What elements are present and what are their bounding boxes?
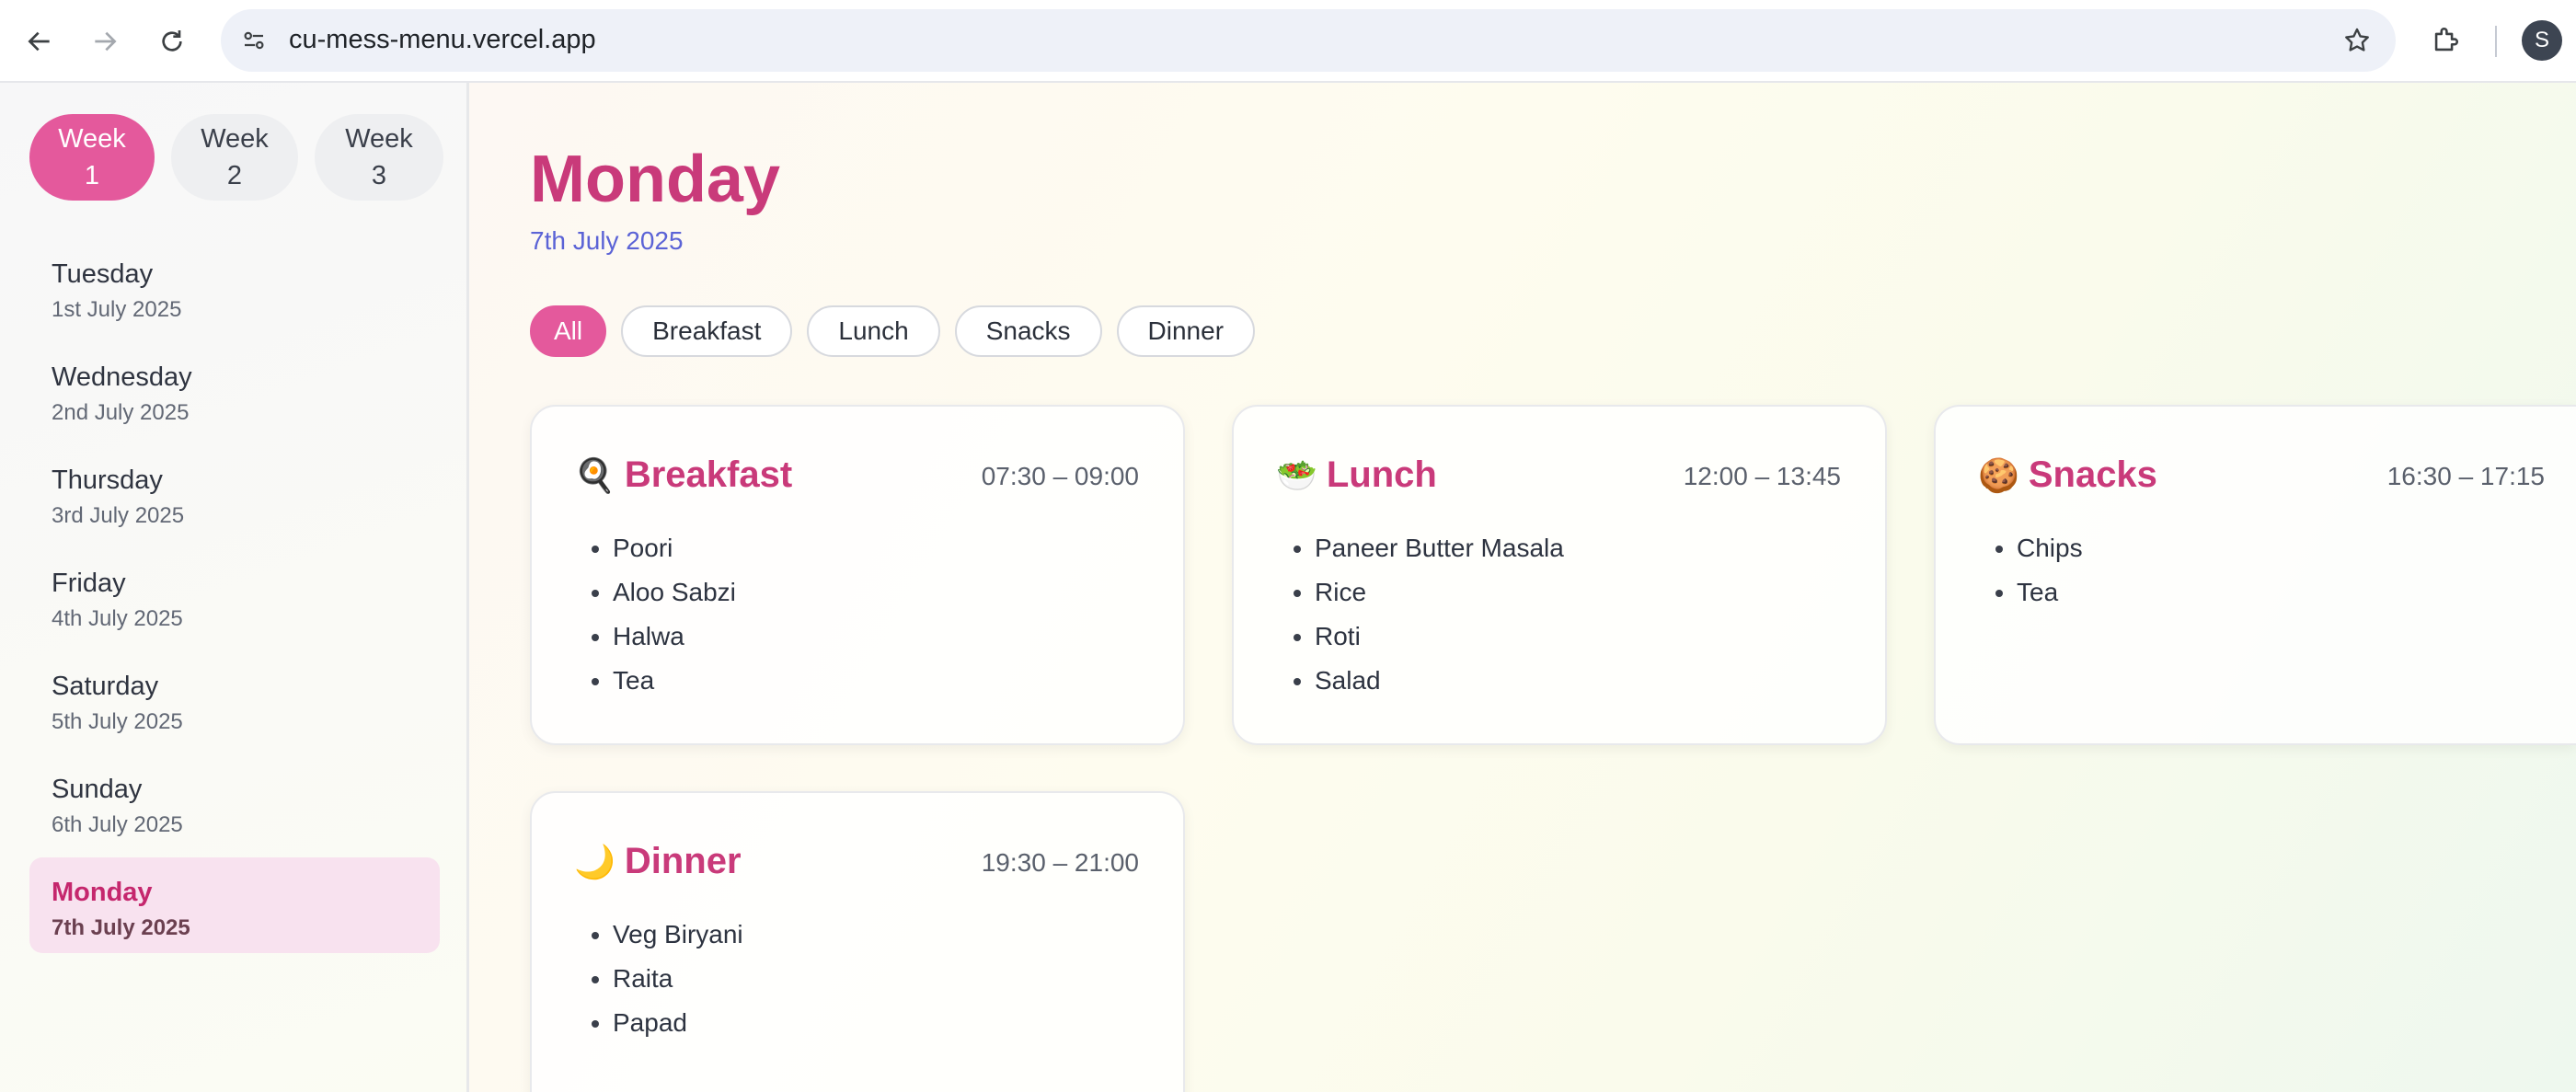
meal-item: Roti bbox=[1315, 615, 1564, 659]
cookie-icon: 🍪 bbox=[1978, 455, 2019, 494]
day-name: Friday bbox=[52, 569, 126, 598]
meal-header: 🌙 Dinner bbox=[574, 841, 742, 882]
meal-title: Dinner bbox=[624, 841, 742, 881]
day-name: Sunday bbox=[52, 775, 143, 804]
filter-breakfast[interactable]: Breakfast bbox=[621, 305, 793, 357]
forward-arrow-icon bbox=[95, 31, 117, 52]
back-button[interactable] bbox=[18, 20, 61, 63]
bookmark-star-icon[interactable] bbox=[2337, 20, 2377, 61]
day-date: 7th July 2025 bbox=[52, 915, 190, 940]
meal-item: Chips bbox=[2017, 526, 2083, 570]
day-date: 3rd July 2025 bbox=[52, 503, 185, 528]
meal-item: Veg Biryani bbox=[613, 913, 743, 957]
week-3-label: Week 3 bbox=[345, 124, 413, 190]
day-name: Thursday bbox=[52, 466, 163, 495]
meal-card-dinner: 🌙 Dinner 19:30 – 21:00 Veg Biryani Raita… bbox=[530, 791, 1185, 1092]
meal-time: 19:30 – 21:00 bbox=[981, 848, 1139, 877]
day-item-sunday[interactable]: Sunday 6th July 2025 bbox=[29, 754, 440, 850]
main-content: Monday 7th July 2025 All Breakfast Lunch… bbox=[469, 83, 2576, 1092]
page-title: Monday bbox=[530, 143, 781, 216]
meal-item: Rice bbox=[1315, 570, 1564, 615]
reload-icon bbox=[162, 30, 182, 52]
page-date: 7th July 2025 bbox=[530, 226, 684, 255]
day-date: 1st July 2025 bbox=[52, 297, 182, 322]
meal-time: 07:30 – 09:00 bbox=[981, 462, 1139, 490]
day-date: 2nd July 2025 bbox=[52, 400, 190, 425]
meal-card-breakfast: 🍳 Breakfast 07:30 – 09:00 Poori Aloo Sab… bbox=[530, 405, 1185, 745]
meal-card-snacks: 🍪 Snacks 16:30 – 17:15 Chips Tea bbox=[1934, 405, 2576, 745]
day-item-tuesday[interactable]: Tuesday 1st July 2025 bbox=[29, 239, 440, 335]
salad-icon: 🥗 bbox=[1276, 455, 1317, 494]
address-bar[interactable]: cu-mess-menu.vercel.app bbox=[221, 9, 2396, 72]
day-list: Tuesday 1st July 2025 Wednesday 2nd July… bbox=[29, 239, 440, 960]
url-text[interactable]: cu-mess-menu.vercel.app bbox=[289, 25, 596, 55]
moon-icon: 🌙 bbox=[574, 842, 615, 880]
week-selector: Week 1 Week 2 Week 3 bbox=[29, 114, 443, 201]
meal-item: Raita bbox=[613, 957, 743, 1001]
meal-item-list: Poori Aloo Sabzi Halwa Tea bbox=[569, 526, 736, 703]
sidebar: Week 1 Week 2 Week 3 Tuesday 1st July 20… bbox=[0, 83, 469, 1092]
week-1-label: Week 1 bbox=[58, 124, 126, 190]
week-3-button[interactable]: Week 3 bbox=[315, 114, 443, 201]
toolbar-divider bbox=[2495, 26, 2497, 57]
meal-item: Salad bbox=[1315, 659, 1564, 703]
meal-header: 🍪 Snacks bbox=[1978, 454, 2157, 496]
meal-filter-bar: All Breakfast Lunch Snacks Dinner bbox=[530, 305, 1256, 357]
week-2-button[interactable]: Week 2 bbox=[171, 114, 298, 201]
meal-item: Aloo Sabzi bbox=[613, 570, 736, 615]
reload-button[interactable] bbox=[151, 20, 193, 63]
day-item-monday[interactable]: Monday 7th July 2025 bbox=[29, 857, 440, 953]
meal-item: Poori bbox=[613, 526, 736, 570]
meal-item: Tea bbox=[2017, 570, 2083, 615]
meal-title: Breakfast bbox=[624, 454, 793, 495]
meal-item-list: Chips Tea bbox=[1972, 526, 2083, 615]
meal-item: Papad bbox=[613, 1001, 743, 1045]
frying-pan-icon: 🍳 bbox=[574, 455, 615, 494]
week-1-button[interactable]: Week 1 bbox=[29, 114, 155, 201]
site-info-icon[interactable] bbox=[234, 20, 274, 61]
meal-card-lunch: 🥗 Lunch 12:00 – 13:45 Paneer Butter Masa… bbox=[1232, 405, 1887, 745]
meal-title: Lunch bbox=[1326, 454, 1437, 495]
profile-avatar[interactable]: S bbox=[2522, 20, 2562, 61]
filter-lunch[interactable]: Lunch bbox=[807, 305, 940, 357]
meal-title: Snacks bbox=[2028, 454, 2157, 495]
forward-button[interactable] bbox=[84, 20, 126, 63]
meal-item: Halwa bbox=[613, 615, 736, 659]
day-name: Saturday bbox=[52, 672, 159, 701]
day-name: Wednesday bbox=[52, 362, 192, 392]
filter-snacks[interactable]: Snacks bbox=[954, 305, 1102, 357]
day-name: Monday bbox=[52, 878, 153, 907]
meal-header: 🥗 Lunch bbox=[1276, 454, 1437, 496]
filter-dinner[interactable]: Dinner bbox=[1116, 305, 1256, 357]
meal-item-list: Veg Biryani Raita Papad bbox=[569, 913, 743, 1045]
day-name: Tuesday bbox=[52, 259, 154, 289]
day-item-thursday[interactable]: Thursday 3rd July 2025 bbox=[29, 445, 440, 541]
filter-all[interactable]: All bbox=[530, 305, 607, 357]
day-item-saturday[interactable]: Saturday 5th July 2025 bbox=[29, 651, 440, 747]
meal-time: 12:00 – 13:45 bbox=[1683, 462, 1841, 490]
meal-time: 16:30 – 17:15 bbox=[2386, 462, 2545, 490]
meal-item: Tea bbox=[613, 659, 736, 703]
back-arrow-icon bbox=[28, 31, 50, 52]
meal-header: 🍳 Breakfast bbox=[574, 454, 792, 496]
day-date: 5th July 2025 bbox=[52, 709, 183, 734]
extensions-puzzle-icon[interactable] bbox=[2423, 18, 2467, 63]
week-2-label: Week 2 bbox=[201, 124, 269, 190]
meal-item-list: Paneer Butter Masala Rice Roti Salad bbox=[1271, 526, 1564, 703]
day-item-wednesday[interactable]: Wednesday 2nd July 2025 bbox=[29, 342, 440, 438]
meal-item: Paneer Butter Masala bbox=[1315, 526, 1564, 570]
day-date: 4th July 2025 bbox=[52, 606, 183, 631]
day-date: 6th July 2025 bbox=[52, 812, 183, 837]
browser-toolbar: cu-mess-menu.vercel.app S bbox=[0, 0, 2576, 83]
day-item-friday[interactable]: Friday 4th July 2025 bbox=[29, 548, 440, 644]
